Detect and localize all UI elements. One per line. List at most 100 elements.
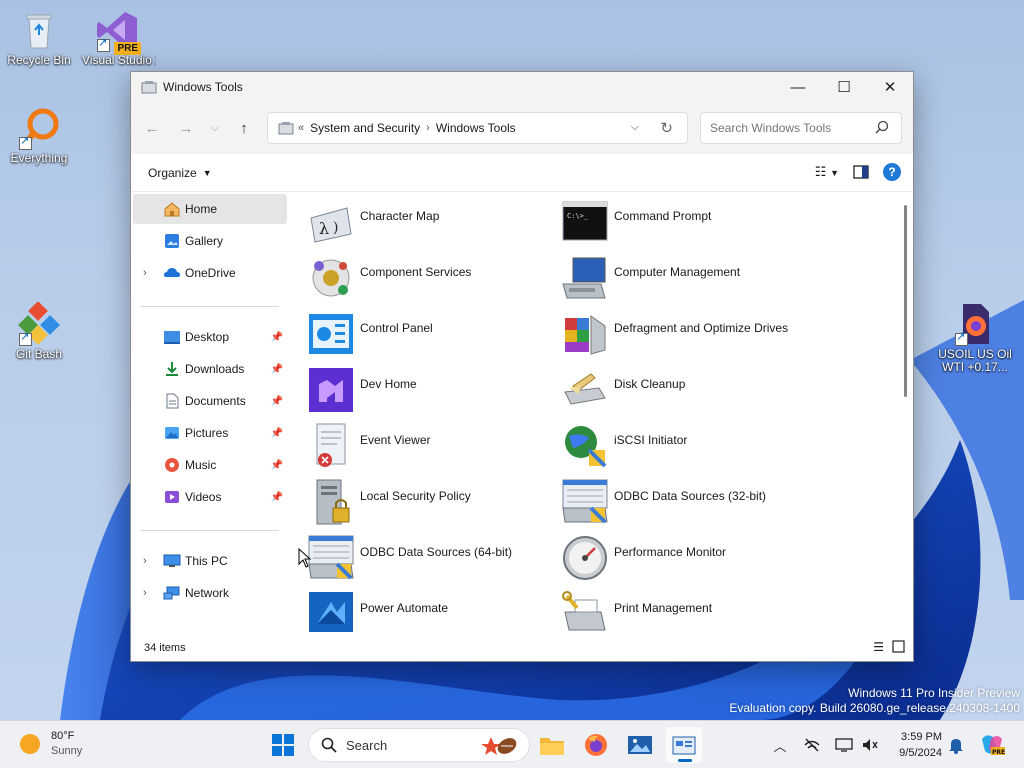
- expand-chevron-icon[interactable]: ›: [143, 555, 147, 567]
- back-arrow-icon[interactable]: ←: [135, 113, 169, 143]
- pictures-icon: [165, 427, 179, 439]
- address-dropdown-chevron-icon[interactable]: ⌵: [631, 121, 639, 134]
- large-icons-view-icon[interactable]: [892, 640, 905, 653]
- overflow-crumb[interactable]: «: [298, 122, 304, 134]
- address-bar[interactable]: « System and Security › Windows Tools ⌵ …: [267, 112, 688, 144]
- sidebar-item-documents[interactable]: Documents 📌: [133, 386, 287, 416]
- minimize-button[interactable]: —: [775, 72, 821, 102]
- onedrive-cloud-icon: [164, 268, 180, 277]
- vertical-scrollbar[interactable]: [904, 205, 907, 397]
- pin-icon[interactable]: 📌: [271, 428, 283, 439]
- item-label: Performance Monitor: [614, 545, 727, 559]
- desktop-icon-usoil[interactable]: USOIL US Oil WTI +0.17...: [936, 302, 1014, 374]
- system-clock[interactable]: 3:59 PM 9/5/2024: [890, 729, 942, 761]
- firefox-taskbar-button[interactable]: [578, 727, 614, 763]
- items-view[interactable]: λ) Character Map C:\>_ Command Prompt Co…: [291, 192, 901, 632]
- sidebar-item-music[interactable]: Music 📌: [133, 450, 287, 480]
- os-watermark: Windows 11 Pro Insider Preview Evaluatio…: [729, 686, 1020, 716]
- desktop-icon-visual-studio[interactable]: PRE Visual Studio 2022 Pre: [78, 8, 156, 67]
- list-item[interactable]: Performance Monitor: [561, 534, 815, 586]
- list-item[interactable]: ODBC Data Sources (64-bit): [307, 534, 561, 586]
- watermark-line-1: Windows 11 Pro Insider Preview: [848, 686, 1020, 700]
- sidebar-item-desktop[interactable]: Desktop 📌: [133, 322, 287, 352]
- sidebar-item-pictures[interactable]: Pictures 📌: [133, 418, 287, 448]
- sidebar-item-gallery[interactable]: Gallery: [133, 226, 287, 256]
- copilot-icon[interactable]: PRE: [978, 733, 1006, 757]
- pin-icon[interactable]: 📌: [271, 332, 283, 343]
- preview-pane-icon[interactable]: [853, 165, 869, 179]
- list-item[interactable]: Dev Home: [307, 366, 561, 418]
- sidebar-item-videos[interactable]: Videos 📌: [133, 482, 287, 512]
- file-explorer-taskbar-button[interactable]: [534, 727, 570, 763]
- file-explorer-window[interactable]: Windows Tools — ☐ ✕ ← → ⌵ ↑ « System and…: [130, 71, 914, 662]
- photos-taskbar-button[interactable]: [622, 727, 658, 763]
- desktop-icon-label: Git Bash: [15, 347, 63, 361]
- taskbar-search-box[interactable]: Search: [308, 728, 530, 762]
- downloads-arrow-icon: [166, 362, 178, 376]
- show-hidden-icons-chevron-icon[interactable]: ︿: [768, 733, 792, 757]
- performance-monitor-icon: [563, 536, 607, 580]
- display-icon[interactable]: [832, 733, 856, 757]
- desktop-icon-everything[interactable]: Everything: [0, 106, 78, 165]
- up-arrow-icon[interactable]: ↑: [227, 113, 261, 143]
- network-offline-icon[interactable]: [800, 733, 824, 757]
- search-input[interactable]: Search Windows Tools: [700, 112, 902, 144]
- expand-chevron-icon[interactable]: ›: [143, 267, 147, 279]
- details-view-icon[interactable]: ☰: [873, 640, 884, 654]
- watermark-line-2: Evaluation copy. Build 26080.ge_release.…: [729, 701, 1020, 715]
- pin-icon[interactable]: 📌: [271, 492, 283, 503]
- list-item[interactable]: λ) Character Map: [307, 198, 561, 250]
- sidebar-item-this-pc[interactable]: › This PC: [133, 546, 287, 576]
- desktop-icon-label: USOIL US Oil WTI +0.17...: [938, 347, 1012, 374]
- list-item[interactable]: Print Management: [561, 590, 815, 632]
- organize-button[interactable]: Organize ▼: [148, 166, 212, 180]
- local-security-policy-icon: [316, 479, 350, 525]
- sidebar-item-label: Desktop: [185, 330, 230, 344]
- sidebar-item-downloads[interactable]: Downloads 📌: [133, 354, 287, 384]
- sidebar-item-home[interactable]: Home: [133, 194, 287, 224]
- clock-time: 3:59 PM: [901, 731, 942, 743]
- breadcrumb-windows-tools[interactable]: Windows Tools: [436, 121, 516, 135]
- list-item[interactable]: Defragment and Optimize Drives: [561, 310, 815, 362]
- list-item[interactable]: Local Security Policy: [307, 478, 561, 530]
- windows-tools-taskbar-button[interactable]: [666, 727, 702, 763]
- desktop-icon-recycle-bin[interactable]: Recycle Bin: [0, 8, 78, 67]
- list-item[interactable]: iSCSI Initiator: [561, 422, 815, 474]
- forward-arrow-icon[interactable]: →: [169, 113, 203, 143]
- sidebar-item-onedrive[interactable]: › OneDrive: [133, 258, 287, 288]
- help-icon[interactable]: ?: [883, 163, 901, 181]
- list-item[interactable]: Control Panel: [307, 310, 561, 362]
- notification-bell-icon[interactable]: [944, 733, 968, 757]
- expand-chevron-icon[interactable]: ›: [143, 587, 147, 599]
- maximize-button[interactable]: ☐: [821, 72, 867, 102]
- pin-icon[interactable]: 📌: [271, 460, 283, 471]
- sidebar-item-label: Pictures: [185, 426, 229, 440]
- list-item[interactable]: Power Automate: [307, 590, 561, 632]
- list-item[interactable]: Disk Cleanup: [561, 366, 815, 418]
- change-view-icon[interactable]: ☷ ▼: [815, 164, 839, 180]
- weather-widget[interactable]: 80°F Sunny: [20, 729, 82, 759]
- refresh-icon[interactable]: ↻: [660, 119, 673, 137]
- list-item[interactable]: Event Viewer: [307, 422, 561, 474]
- list-item[interactable]: Computer Management: [561, 254, 815, 306]
- firefox-document-icon: [953, 302, 997, 346]
- list-item[interactable]: C:\>_ Command Prompt: [561, 198, 815, 250]
- start-button[interactable]: [265, 727, 301, 763]
- sidebar-item-label: Videos: [185, 490, 222, 504]
- git-bash-icon: [17, 301, 61, 346]
- breadcrumb-separator-icon[interactable]: ›: [426, 122, 430, 134]
- list-item[interactable]: ODBC Data Sources (32-bit): [561, 478, 815, 530]
- item-label: Local Security Policy: [360, 489, 471, 503]
- volume-muted-icon[interactable]: [858, 733, 882, 757]
- weather-temperature: 80°F: [51, 730, 75, 742]
- pin-icon[interactable]: 📌: [271, 364, 283, 375]
- close-button[interactable]: ✕: [867, 72, 913, 102]
- list-item[interactable]: Component Services: [307, 254, 561, 306]
- sidebar-item-network[interactable]: › Network: [133, 578, 287, 608]
- breadcrumb-system-and-security[interactable]: System and Security: [310, 121, 420, 135]
- pin-icon[interactable]: 📌: [271, 396, 283, 407]
- title-bar[interactable]: Windows Tools — ☐ ✕: [131, 72, 913, 102]
- desktop-icon-label: Everything: [10, 151, 68, 165]
- desktop-icon-git-bash[interactable]: Git Bash: [0, 301, 78, 361]
- recent-locations-chevron-icon[interactable]: ⌵: [203, 113, 227, 143]
